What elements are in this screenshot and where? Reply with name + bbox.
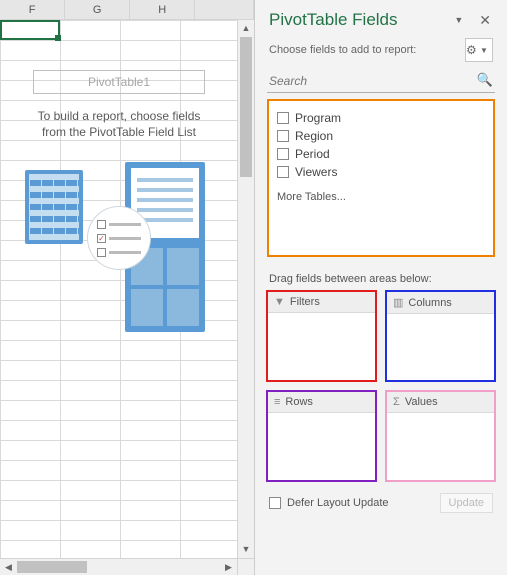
selected-cell[interactable] — [0, 20, 60, 40]
columns-dropzone[interactable]: ▥Columns — [386, 291, 495, 381]
scroll-down-icon[interactable]: ▼ — [238, 541, 254, 558]
close-icon[interactable]: ✕ — [473, 12, 497, 29]
columns-icon: ▥ — [393, 296, 403, 309]
worksheet-area: F G H PivotTable1 To build a report, cho… — [0, 0, 255, 575]
defer-checkbox[interactable] — [269, 497, 281, 509]
values-dropzone[interactable]: ΣValues — [386, 391, 495, 481]
pivot-fields-pane: PivotTable Fields ▼ ✕ Choose fields to a… — [255, 0, 507, 575]
field-item[interactable]: Program — [277, 109, 485, 127]
field-item[interactable]: Viewers — [277, 163, 485, 181]
horizontal-scrollbar[interactable]: ◀ ▶ — [0, 558, 237, 575]
pivot-hint-text: To build a report, choose fieldsfrom the… — [15, 108, 223, 140]
pane-subtitle: Choose fields to add to report: — [269, 44, 465, 56]
scroll-up-icon[interactable]: ▲ — [238, 20, 254, 37]
chevron-down-icon: ▼ — [480, 46, 492, 55]
pivot-title-box: PivotTable1 — [33, 70, 205, 94]
field-item[interactable]: Region — [277, 127, 485, 145]
checkbox[interactable] — [277, 166, 289, 178]
sigma-icon: Σ — [393, 396, 400, 408]
column-header[interactable] — [195, 0, 254, 19]
vertical-scrollbar[interactable]: ▲ ▼ — [237, 20, 254, 558]
pane-menu-dropdown[interactable]: ▼ — [444, 15, 473, 25]
rows-icon: ≡ — [274, 396, 280, 408]
column-header[interactable]: G — [65, 0, 130, 19]
more-tables-link[interactable]: More Tables... — [277, 181, 485, 203]
gear-icon: ⚙ — [466, 43, 478, 57]
pane-title: PivotTable Fields — [269, 10, 444, 30]
scroll-corner — [237, 558, 254, 575]
filters-dropzone[interactable]: ▼Filters — [267, 291, 376, 381]
checkbox[interactable] — [277, 112, 289, 124]
scroll-thumb[interactable] — [17, 561, 87, 573]
defer-label: Defer Layout Update — [287, 497, 434, 509]
checkbox[interactable] — [277, 130, 289, 142]
update-button: Update — [440, 493, 493, 513]
scroll-thumb[interactable] — [240, 37, 252, 177]
search-icon[interactable]: 🔍 — [477, 72, 493, 88]
filter-icon: ▼ — [274, 296, 285, 308]
search-input[interactable] — [267, 70, 495, 93]
tools-button[interactable]: ⚙▼ — [465, 38, 493, 62]
pivot-illustration: ✓ — [15, 162, 223, 342]
field-list: Program Region Period Viewers More Table… — [267, 99, 495, 257]
rows-dropzone[interactable]: ≡Rows — [267, 391, 376, 481]
scroll-left-icon[interactable]: ◀ — [0, 559, 17, 576]
field-item[interactable]: Period — [277, 145, 485, 163]
pivot-placeholder[interactable]: PivotTable1 To build a report, choose fi… — [9, 48, 229, 352]
drag-instruction: Drag fields between areas below: — [255, 267, 507, 291]
column-header[interactable]: F — [0, 0, 65, 19]
scroll-right-icon[interactable]: ▶ — [220, 559, 237, 576]
column-header[interactable]: H — [130, 0, 195, 19]
checkbox[interactable] — [277, 148, 289, 160]
